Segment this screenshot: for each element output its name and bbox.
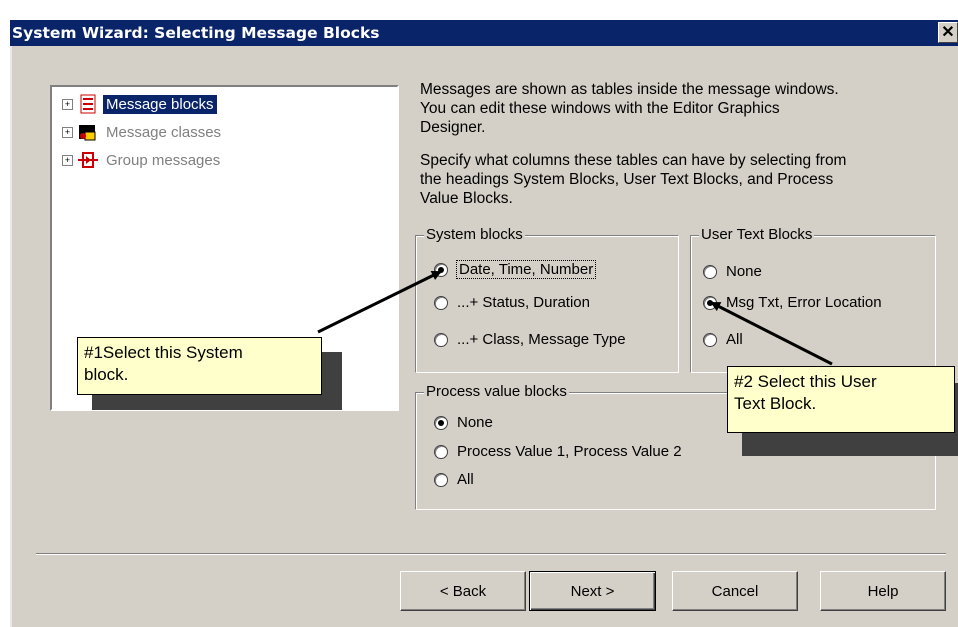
- process-option-value-1-2[interactable]: Process Value 1, Process Value 2: [434, 443, 682, 460]
- callout-line: block.: [84, 365, 129, 384]
- title-bar: System Wizard: Selecting Message Blocks …: [10, 20, 958, 46]
- radio-label: Date, Time, Number: [455, 260, 597, 279]
- description-line: Value Blocks.: [420, 190, 513, 207]
- process-value-blocks-legend: Process value blocks: [424, 383, 569, 400]
- radio-label: Process Value 1, Process Value 2: [457, 443, 682, 460]
- expand-icon[interactable]: +: [62, 154, 73, 166]
- radio-label: Msg Txt, Error Location: [726, 294, 882, 311]
- next-button[interactable]: Next >: [529, 571, 656, 611]
- process-option-all[interactable]: All: [434, 471, 474, 488]
- radio-label: ...+ Class, Message Type: [457, 331, 626, 348]
- radio-button[interactable]: [703, 332, 717, 347]
- description-line: Messages are shown as tables inside the …: [420, 81, 839, 98]
- user-option-none[interactable]: None: [703, 263, 762, 280]
- message-blocks-icon: [77, 94, 99, 114]
- radio-button[interactable]: [434, 472, 448, 487]
- close-button[interactable]: ✕: [938, 22, 958, 43]
- radio-label: None: [726, 263, 762, 280]
- description-paragraph-2: Specify what columns these tables can ha…: [420, 151, 846, 208]
- help-button[interactable]: Help: [820, 571, 946, 611]
- system-blocks-legend: System blocks: [424, 226, 525, 243]
- tree-item-label: Group messages: [106, 151, 221, 169]
- radio-label: All: [726, 331, 743, 348]
- callout-line: Text Block.: [734, 394, 817, 413]
- tree-item-group-messages[interactable]: + Group messages: [62, 149, 223, 171]
- radio-button[interactable]: [703, 264, 717, 279]
- cancel-button[interactable]: Cancel: [672, 571, 798, 611]
- tree-item-message-blocks[interactable]: + Message blocks: [62, 93, 217, 115]
- radio-label: ...+ Status, Duration: [457, 294, 590, 311]
- group-messages-icon: [77, 150, 99, 170]
- process-option-none[interactable]: None: [434, 414, 493, 431]
- radio-label: None: [457, 414, 493, 431]
- radio-button[interactable]: [434, 295, 448, 310]
- window-title: System Wizard: Selecting Message Blocks: [12, 24, 380, 42]
- radio-button[interactable]: [434, 262, 448, 277]
- tree-item-label: Message classes: [106, 123, 222, 141]
- user-option-msg-txt-error-location[interactable]: Msg Txt, Error Location: [703, 294, 882, 311]
- system-option-status-duration[interactable]: ...+ Status, Duration: [434, 294, 590, 311]
- callout-user-text-block: #2 Select this User Text Block.: [727, 366, 955, 433]
- tree-item-message-classes[interactable]: + Message classes: [62, 121, 224, 143]
- callout-line: #2 Select this User: [734, 372, 877, 391]
- description-line: the headings System Blocks, User Text Bl…: [420, 171, 834, 188]
- radio-button[interactable]: [434, 415, 448, 430]
- radio-button[interactable]: [434, 444, 448, 459]
- expand-icon[interactable]: +: [62, 98, 73, 110]
- expand-icon[interactable]: +: [62, 126, 73, 138]
- description-line: You can edit these windows with the Edit…: [420, 100, 780, 117]
- description-line: Specify what columns these tables can ha…: [420, 152, 847, 169]
- callout-line: #1Select this System: [84, 343, 243, 362]
- system-option-class-message-type[interactable]: ...+ Class, Message Type: [434, 331, 626, 348]
- button-separator: [36, 553, 946, 555]
- description-line: Designer.: [420, 119, 486, 136]
- message-classes-icon: [77, 122, 99, 142]
- back-button[interactable]: < Back: [400, 571, 526, 611]
- radio-button[interactable]: [434, 332, 448, 347]
- tree-item-label: Message blocks: [103, 94, 217, 114]
- description-paragraph-1: Messages are shown as tables inside the …: [420, 80, 839, 137]
- user-text-blocks-legend: User Text Blocks: [699, 226, 815, 243]
- radio-label: All: [457, 471, 474, 488]
- radio-button[interactable]: [703, 295, 717, 310]
- callout-system-block: #1Select this System block.: [77, 337, 322, 395]
- user-option-all[interactable]: All: [703, 331, 743, 348]
- system-option-date-time-number[interactable]: Date, Time, Number: [434, 260, 597, 279]
